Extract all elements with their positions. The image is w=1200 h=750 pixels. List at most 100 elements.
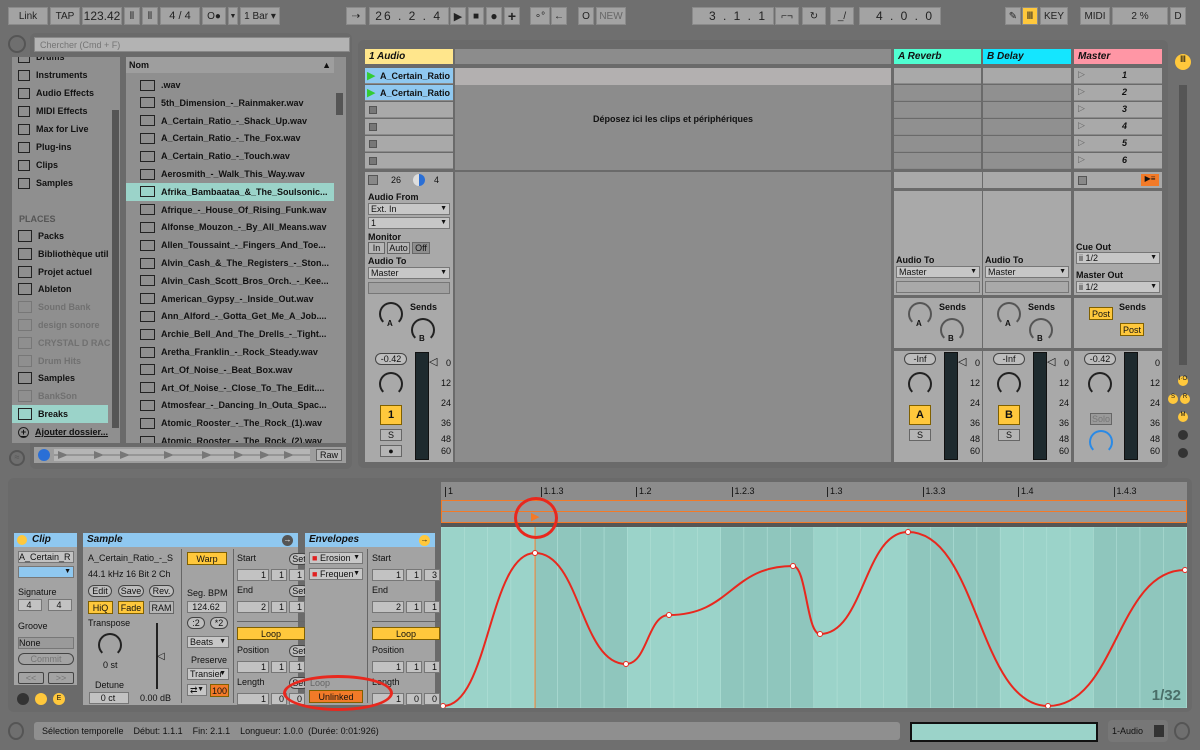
position-field[interactable]: 1 — [237, 661, 269, 673]
volume-fader-handle-icon[interactable]: ◁ — [1047, 355, 1055, 368]
position-field[interactable]: 1 — [271, 661, 287, 673]
groove-pool-icon[interactable]: ≈ — [9, 450, 25, 466]
metronome-dropdown-icon[interactable]: ▼ — [228, 7, 238, 25]
warp-button[interactable]: Warp — [187, 552, 227, 565]
volume-field[interactable]: -Inf — [993, 353, 1025, 365]
start-field[interactable]: 1 — [406, 569, 422, 581]
envelope-breakpoint[interactable] — [666, 612, 672, 618]
file-list-item[interactable]: Alvin_Cash_Scott_Bros_Orch._-_Kee... — [126, 272, 334, 290]
computer-keyboard-icon[interactable]: Ⅲ — [1022, 7, 1038, 25]
half-tempo-button[interactable]: :2 — [187, 617, 205, 629]
file-list-item[interactable]: Afrika_Bambaataa_&_The_Soulsonic... — [126, 182, 334, 201]
solo-button[interactable]: S — [909, 429, 931, 441]
track-header-master[interactable]: Master — [1074, 49, 1162, 64]
ram-button[interactable]: RAM — [149, 601, 174, 614]
clip-overview-bar[interactable] — [910, 722, 1098, 742]
envelope-graph[interactable] — [441, 527, 1187, 708]
loop-start-field[interactable]: 3 . 1 . 1 — [692, 7, 774, 25]
sample-expand-icon[interactable]: → — [282, 535, 293, 546]
places-item[interactable]: Packs — [12, 227, 120, 245]
envelope-breakpoint[interactable] — [532, 550, 538, 556]
places-item[interactable]: design sonore — [12, 316, 120, 334]
file-list-item[interactable]: Alvin_Cash_&_The_Registers_-_Ston... — [126, 254, 334, 272]
solo-button[interactable]: S — [998, 429, 1020, 441]
sidebar-category-item[interactable]: Drums — [12, 57, 120, 66]
mixer-section-icon[interactable]: M — [1178, 412, 1188, 422]
record-icon[interactable]: ● — [486, 7, 502, 25]
length-field[interactable]: 0 — [424, 693, 440, 705]
post-a-button[interactable]: Post — [1089, 307, 1113, 320]
track-activator-button[interactable]: 1 — [380, 405, 402, 425]
mixer-toggle-icon[interactable]: Ⅲ — [1175, 54, 1191, 70]
add-folder-button[interactable]: + Ajouter dossier... — [12, 423, 120, 441]
volume-fader-handle-icon[interactable]: ◁ — [958, 355, 966, 368]
stop-all-clips-icon[interactable] — [1078, 176, 1087, 185]
file-list-item[interactable]: A_Certain_Ratio_-_The_Fox.wav — [126, 129, 334, 147]
signature-denominator[interactable]: 4 — [48, 599, 72, 611]
double-tempo-button[interactable]: *2 — [210, 617, 228, 629]
output-channel-field[interactable] — [896, 281, 980, 293]
places-item[interactable]: Ableton — [12, 280, 120, 298]
scene-launch[interactable]: ▷ 1 — [1074, 68, 1162, 84]
envelope-breakpoint[interactable] — [623, 661, 629, 667]
quantize-select[interactable]: 1 Bar ▾ — [240, 7, 280, 25]
clip-play-icon[interactable]: ▶ — [367, 86, 375, 99]
pan-knob[interactable] — [379, 372, 403, 396]
signature-numerator[interactable]: 4 — [18, 599, 42, 611]
end-field[interactable]: 1 — [289, 601, 305, 613]
draw-mode-icon[interactable]: ✎ — [1005, 7, 1021, 25]
file-list-item[interactable]: Atomic_Rooster_-_The_Rock_(1).wav — [126, 414, 334, 432]
tap-button[interactable]: TAP — [50, 7, 80, 25]
warp-mode-select[interactable]: Beats — [187, 636, 229, 648]
master-pan-knob[interactable] — [1088, 372, 1112, 396]
scene-play-icon[interactable]: ▷ — [1078, 120, 1085, 131]
back-to-arrangement-icon[interactable]: ← — [551, 7, 567, 25]
audio-to-select[interactable]: Master — [896, 266, 980, 278]
punch-in-icon[interactable]: ⌐¬ — [775, 7, 799, 25]
envelope-breakpoint[interactable] — [1182, 567, 1188, 573]
file-list-item[interactable]: Art_Of_Noise_-_Beat_Box.wav — [126, 361, 334, 379]
start-field[interactable]: 1 — [372, 569, 404, 581]
length-field[interactable]: 1 — [237, 693, 269, 705]
clip-slot[interactable] — [365, 153, 453, 169]
fade-button[interactable]: Fade — [118, 601, 144, 614]
headphone-preview-icon[interactable] — [38, 449, 50, 461]
master-volume-field[interactable]: -0.42 — [1084, 353, 1116, 365]
places-item[interactable]: Breaks — [12, 405, 108, 423]
file-list-item[interactable]: A_Certain_Ratio_-_Touch.wav — [126, 147, 334, 165]
edit-button[interactable]: Edit — [88, 585, 112, 597]
nudge-down-icon[interactable]: ⦀ — [124, 7, 140, 25]
end-field[interactable]: 2 — [372, 601, 404, 613]
scene-launch[interactable]: ▷ 4 — [1074, 119, 1162, 135]
crossfader-toggle-icon[interactable] — [1178, 448, 1188, 458]
signature-field[interactable]: 4 / 4 — [160, 7, 200, 25]
start-field[interactable]: 1 — [289, 569, 305, 581]
preserve-select[interactable]: Transier — [187, 668, 229, 680]
follow-icon[interactable]: ⇢ — [346, 7, 366, 25]
reverse-button[interactable]: Rev. — [149, 585, 174, 597]
clip-slot[interactable] — [365, 119, 453, 135]
envelope-breakpoint[interactable] — [817, 631, 823, 637]
file-list-item[interactable]: Atmosfear_-_Dancing_In_Outa_Spac... — [126, 396, 334, 414]
time-ruler[interactable]: 1 1.1.3 1.2 1.2.3 1.3 1.3.3 1.4 1.4.3 — [441, 482, 1187, 500]
sends-toggle-icon[interactable]: S — [1168, 394, 1178, 404]
preview-waveform[interactable] — [54, 449, 310, 461]
start-field[interactable]: 1 — [271, 569, 287, 581]
file-list-item[interactable]: American_Gypsy_-_Inside_Out.wav — [126, 290, 334, 308]
key-map-button[interactable]: KEY — [1040, 7, 1068, 25]
envelope-parameter-select[interactable]: ■ Frequen — [309, 568, 363, 580]
loop-button[interactable]: Loop — [372, 627, 440, 640]
sidebar-category-item[interactable]: Instruments — [12, 66, 120, 84]
length-field[interactable]: 0 — [406, 693, 422, 705]
clip-stop-icon[interactable] — [369, 123, 377, 131]
position-field[interactable]: 1 — [372, 661, 404, 673]
position-field[interactable]: 1 — [289, 661, 305, 673]
link-button[interactable]: Link — [8, 7, 48, 25]
gain-slider-handle-icon[interactable]: ◁ — [157, 651, 165, 662]
clip-activator-icon[interactable] — [17, 535, 27, 545]
metronome-button[interactable]: O● — [202, 7, 226, 25]
track-activator-button[interactable]: B — [998, 405, 1020, 425]
loop-mode-select[interactable]: ⇄ — [187, 684, 207, 696]
volume-fader-handle-icon[interactable]: ◁ — [429, 355, 437, 368]
detune-field[interactable]: 0 ct — [89, 692, 129, 704]
